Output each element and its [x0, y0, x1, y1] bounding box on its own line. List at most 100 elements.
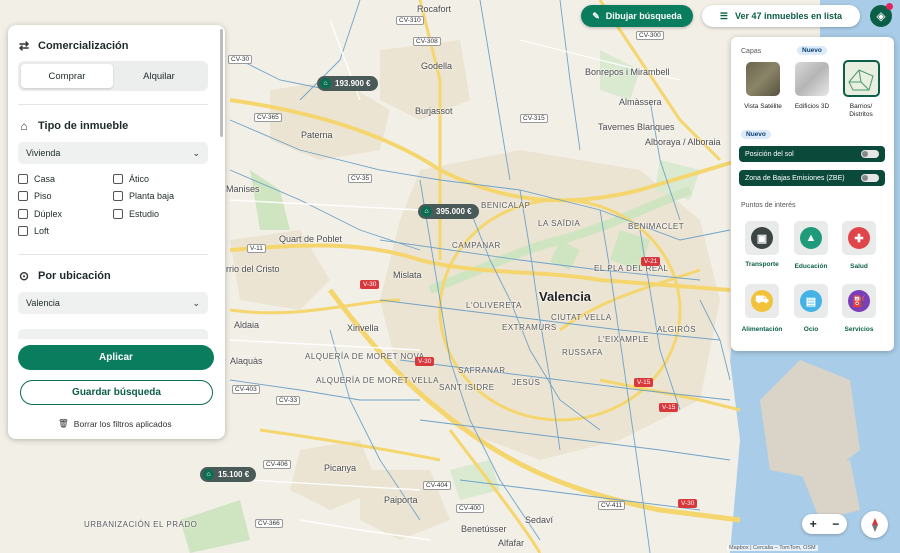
new-badge: Nuevo: [797, 46, 827, 55]
checkbox-box[interactable]: [18, 191, 28, 201]
compass-icon: [871, 517, 878, 532]
chevron-down-icon: ⌄: [192, 297, 200, 308]
apply-button[interactable]: Aplicar: [18, 345, 214, 370]
house-icon: ⌂: [203, 469, 214, 480]
panel-scrollbar[interactable]: [220, 29, 223, 137]
place-label: Burjassot: [415, 106, 453, 116]
price-marker-label: 395.000 €: [436, 207, 472, 216]
sun-position-toggle-row[interactable]: Posición del sol: [739, 146, 885, 162]
price-marker-label: 193.900 €: [335, 79, 371, 88]
layers-button[interactable]: ◈: [870, 3, 893, 27]
price-marker[interactable]: ⌂ 193.900 €: [317, 76, 378, 91]
district-label: ALQUERÍA DE MORET NOVA: [305, 352, 425, 361]
layers-label: Capas: [741, 48, 762, 55]
compass-button[interactable]: [861, 511, 888, 538]
view-list-button[interactable]: ☰ Ver 47 inmuebles en lista: [702, 5, 860, 27]
road-tag: CV-365: [254, 113, 282, 122]
place-label: Xirivella: [347, 323, 379, 333]
house-icon: ⌂: [421, 206, 432, 217]
place-label: Godella: [421, 61, 453, 71]
poi-transport[interactable]: ▣: [745, 221, 779, 255]
location-select[interactable]: Valencia ⌄: [18, 292, 208, 314]
thumb-label: Vista Satélite: [744, 103, 782, 110]
road-tag: CV-400: [456, 504, 484, 513]
buildings-3d-thumb[interactable]: [795, 62, 829, 96]
checkbox-box[interactable]: [113, 209, 123, 219]
price-marker[interactable]: ⌂ 395.000 €: [418, 204, 479, 219]
place-label: Bonrepos i Mirambell: [585, 67, 670, 77]
district-label: CIUTAT VELLA: [551, 313, 612, 322]
satellite-thumb[interactable]: [746, 62, 780, 96]
district-label: JESÚS: [512, 378, 541, 387]
checkbox-box[interactable]: [113, 191, 123, 201]
list-icon: ☰: [719, 10, 728, 21]
district-label: ALQUERÍA DE MORET VELLA: [316, 376, 439, 385]
shopping-cart-icon: ⛟: [751, 290, 773, 312]
new-badge: Nuevo: [741, 130, 771, 139]
zbe-toggle-row[interactable]: Zona de Bajas Emisiones (ZBE): [739, 170, 885, 186]
road-tag: CV-315: [520, 114, 548, 123]
place-label: Picanya: [324, 463, 357, 473]
zoom-in-icon[interactable]: +: [810, 517, 817, 531]
poi-education[interactable]: ▲: [794, 221, 828, 255]
poi-label: Ocio: [803, 326, 819, 333]
option-rent[interactable]: Alquilar: [113, 64, 205, 88]
checkbox-atico[interactable]: Ático: [113, 174, 149, 184]
poi-food[interactable]: ⛟: [745, 284, 779, 318]
checkbox-estudio[interactable]: Estudio: [113, 209, 159, 219]
poi-label: Servicios: [844, 326, 874, 333]
checkbox-loft[interactable]: Loft: [18, 226, 49, 236]
poi-label: Educación: [794, 263, 828, 270]
place-label: Rocafort: [417, 4, 452, 14]
district-label: URBANIZACIÓN EL PRADO: [84, 520, 198, 529]
chevron-down-icon: ⌄: [192, 147, 200, 158]
checkbox-box[interactable]: [113, 174, 123, 184]
road-tag: CV-403: [232, 385, 260, 394]
district-label: ALGIRÓS: [657, 325, 697, 334]
poi-leisure[interactable]: ▤: [794, 284, 828, 318]
checkbox-duplex[interactable]: Dúplex: [18, 209, 62, 219]
property-type-select[interactable]: Vivienda ⌄: [18, 142, 208, 164]
checkbox-piso[interactable]: Piso: [18, 191, 52, 201]
graduation-cap-icon: ▲: [800, 227, 822, 249]
zbe-toggle[interactable]: [861, 174, 879, 182]
road-tag: CV-308: [413, 37, 441, 46]
district-label: RUSSAFA: [562, 348, 603, 357]
districts-thumb[interactable]: [843, 60, 880, 97]
checkbox-box[interactable]: [18, 174, 28, 184]
district-label: SANT ISIDRE: [439, 383, 495, 392]
road-tag: CV-404: [423, 481, 451, 490]
road-tag: V-30: [360, 280, 380, 289]
notification-dot: [886, 3, 893, 10]
place-label: Alaquàs: [230, 356, 263, 366]
city-label: Valencia: [539, 289, 592, 304]
road-tag: CV-35: [348, 174, 373, 183]
sun-position-toggle[interactable]: [861, 150, 879, 158]
road-tag: CV-366: [255, 519, 283, 528]
place-label: Aldaia: [234, 320, 260, 330]
poi-services[interactable]: ⛽: [842, 284, 876, 318]
checkbox-casa[interactable]: Casa: [18, 174, 55, 184]
zoom-out-icon[interactable]: −: [832, 517, 839, 531]
house-icon: ⌂: [20, 119, 28, 133]
checkbox-box[interactable]: [18, 209, 28, 219]
price-marker-label: 15.100 €: [218, 470, 250, 479]
draw-search-button[interactable]: ✎ Dibujar búsqueda: [581, 5, 693, 27]
poi-health[interactable]: ✚: [842, 221, 876, 255]
district-label: EXTRAMURS: [502, 323, 557, 332]
place-label: Tavernes Blanques: [598, 122, 675, 132]
poi-label: Salud: [850, 263, 868, 270]
place-label: Sedaví: [525, 515, 554, 525]
place-label: Almàssera: [619, 97, 662, 107]
more-filters-field[interactable]: [18, 329, 208, 339]
clear-filters-link[interactable]: 🗑 Borrar los filtros aplicados: [58, 418, 172, 429]
map-attribution[interactable]: Mapbox | Cercalia – TomTom, OSM: [727, 545, 818, 551]
checkbox-box[interactable]: [18, 226, 28, 236]
price-marker[interactable]: ⌂ 15.100 €: [200, 467, 257, 482]
save-search-button[interactable]: Guardar búsqueda: [20, 380, 213, 405]
film-icon: ▤: [800, 290, 822, 312]
districts-map-icon: [848, 69, 874, 91]
checkbox-planta-baja[interactable]: Planta baja: [113, 191, 174, 201]
option-buy[interactable]: Comprar: [21, 64, 113, 88]
place-label: Mislata: [393, 270, 422, 280]
